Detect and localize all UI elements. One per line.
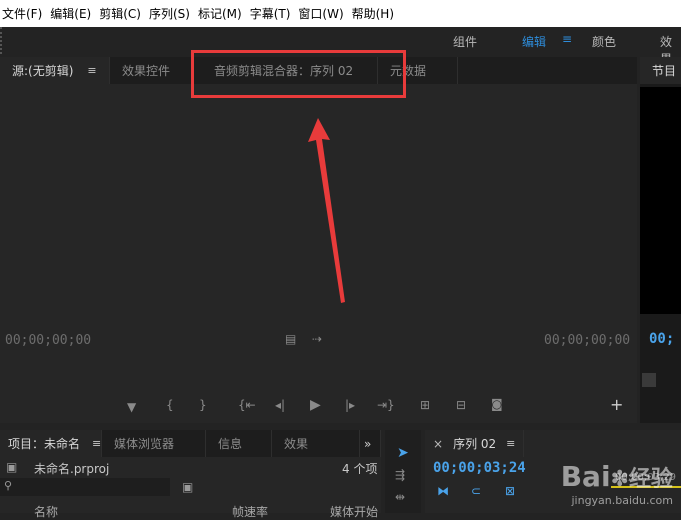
menu-clip[interactable]: 剪辑(C) xyxy=(97,5,147,22)
menu-help[interactable]: 帮助(H) xyxy=(350,5,400,22)
menu-file[interactable]: 文件(F) xyxy=(0,5,48,22)
paw-icon: ✽ xyxy=(611,467,629,492)
panel-overflow-icon[interactable]: » xyxy=(360,430,381,457)
tools-panel: ➤ ⇶ ⇹ xyxy=(385,430,421,513)
folder-icon: ▣ xyxy=(6,460,17,474)
play-icon[interactable]: ▶ xyxy=(310,397,321,413)
project-item-count: 4 个项 xyxy=(342,460,377,477)
project-file-name: 未命名.prproj xyxy=(34,460,109,477)
menu-bar: 文件(F) 编辑(E) 剪辑(C) 序列(S) 标记(M) 字幕(T) 窗口(W… xyxy=(0,0,681,27)
tab-project[interactable]: 项目：未命名 ≡ xyxy=(0,430,102,457)
program-scroll-handle[interactable] xyxy=(642,373,656,387)
tab-effects[interactable]: 效果 xyxy=(272,430,360,457)
program-timecode[interactable]: 00; xyxy=(649,331,674,347)
search-icon: ⚲ xyxy=(4,479,12,492)
timeline-tabrow: × 序列 02 ≡ xyxy=(425,430,681,457)
project-tabrow: 项目：未命名 ≡ 媒体浏览器 信息 效果 » xyxy=(0,430,381,457)
column-media-start[interactable]: 媒体开始 xyxy=(330,503,378,520)
tab-program[interactable]: 节目 xyxy=(640,57,681,84)
close-icon[interactable]: × xyxy=(433,437,443,451)
column-frame-rate[interactable]: 帧速率 xyxy=(232,503,268,520)
column-name[interactable]: 名称 xyxy=(34,503,58,520)
tab-source-menu-icon[interactable]: ≡ xyxy=(87,64,96,77)
go-to-out-icon[interactable]: ⇥} xyxy=(377,398,395,412)
tab-project-label: 项目：未命名 xyxy=(8,435,80,452)
tab-project-menu-icon[interactable]: ≡ xyxy=(92,437,101,450)
tab-effect-controls[interactable]: 效果控件 xyxy=(110,57,192,84)
add-marker-timeline-icon[interactable]: ⊠ xyxy=(505,484,515,498)
tab-sequence-menu-icon[interactable]: ≡ xyxy=(506,437,515,450)
export-frame-icon[interactable]: ◙ xyxy=(491,397,503,411)
timeline-timecode[interactable]: 00;00;03;24 xyxy=(433,460,526,476)
mark-in-icon[interactable]: { xyxy=(166,398,174,412)
watermark-brand2: 经验 xyxy=(629,467,673,492)
linked-selection-icon[interactable]: ⊂ xyxy=(471,484,481,498)
menu-title[interactable]: 字幕(T) xyxy=(248,5,297,22)
tab-source-label: 源:(无剪辑) xyxy=(12,62,73,79)
ripple-edit-tool-icon[interactable]: ⇹ xyxy=(395,490,405,504)
program-tabrow: 节目 xyxy=(640,57,681,84)
track-select-tool-icon[interactable]: ⇶ xyxy=(395,468,405,482)
tab-source[interactable]: 源:(无剪辑) ≡ xyxy=(0,57,110,84)
drag-audio-icon[interactable]: ⇢ xyxy=(312,332,322,346)
film-icon[interactable]: ▤ xyxy=(285,332,296,346)
workspace-assembly[interactable]: 组件 xyxy=(453,33,477,50)
tab-media-browser[interactable]: 媒体浏览器 xyxy=(102,430,206,457)
go-to-in-icon[interactable]: {⇤ xyxy=(238,398,256,412)
source-timecode-left[interactable]: 00;00;00;00 xyxy=(5,333,91,348)
program-monitor[interactable] xyxy=(640,87,681,314)
tab-program-label: 节目 xyxy=(652,62,676,79)
step-forward-icon[interactable]: |▸ xyxy=(345,398,355,412)
menu-window[interactable]: 窗口(W) xyxy=(296,5,349,22)
highlight-box xyxy=(191,50,406,98)
menu-edit[interactable]: 编辑(E) xyxy=(48,5,97,22)
menu-sequence[interactable]: 序列(S) xyxy=(147,5,196,22)
tab-info[interactable]: 信息 xyxy=(206,430,272,457)
workspace-color[interactable]: 颜色 xyxy=(592,33,616,50)
watermark-brand: Bai xyxy=(561,460,611,493)
new-bin-icon[interactable]: ▣ xyxy=(182,480,193,494)
mark-out-icon[interactable]: } xyxy=(199,398,207,412)
menu-marker[interactable]: 标记(M) xyxy=(196,5,248,22)
source-timecode-right: 00;00;00;00 xyxy=(544,333,630,348)
workspace-editing[interactable]: 编辑 xyxy=(522,33,546,50)
program-panel: 节目 00; xyxy=(640,57,681,423)
overwrite-icon[interactable]: ⊟ xyxy=(456,398,466,412)
watermark: Bai✽经验 jingyan.baidu.com xyxy=(561,463,673,507)
tab-sequence-02[interactable]: × 序列 02 ≡ xyxy=(425,430,524,457)
add-button-icon[interactable]: + xyxy=(610,395,623,414)
watermark-url: jingyan.baidu.com xyxy=(561,494,673,507)
insert-icon[interactable]: ⊞ xyxy=(420,398,430,412)
workspace-grip[interactable] xyxy=(0,27,6,54)
tab-sequence-label: 序列 02 xyxy=(453,435,496,452)
project-panel: 项目：未命名 ≡ 媒体浏览器 信息 效果 » ▣ 未命名.prproj 4 个项… xyxy=(0,430,381,513)
snap-icon[interactable]: ⧓ xyxy=(437,484,449,498)
project-search-input[interactable]: ⚲ xyxy=(0,478,170,496)
add-marker-icon[interactable]: ▼ xyxy=(127,400,136,414)
step-back-icon[interactable]: ◂| xyxy=(275,398,285,412)
selection-tool-icon[interactable]: ➤ xyxy=(397,445,409,461)
source-panel: 源:(无剪辑) ≡ 效果控件 音频剪辑混合器：序列 02 元数据 00;00;0… xyxy=(0,57,637,423)
workspace-menu-icon[interactable]: ≡ xyxy=(562,32,572,46)
